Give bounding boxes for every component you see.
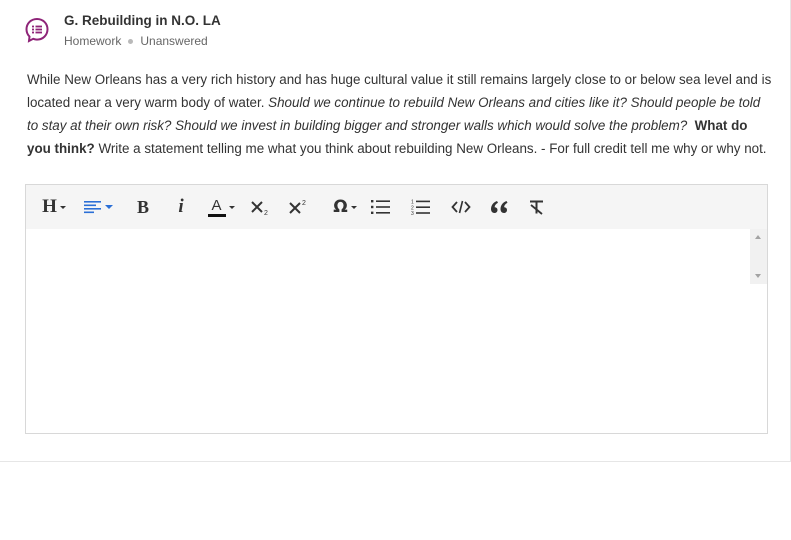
subscript-button[interactable]: 2 (246, 192, 276, 222)
superscript-button[interactable]: 2 (284, 192, 314, 222)
prompt-instructions: Write a statement telling me what you th… (98, 141, 767, 156)
bulleted-list-icon (371, 200, 390, 214)
bulleted-list-button[interactable] (366, 192, 396, 222)
question-list-icon (25, 17, 49, 43)
question-category: Homework (64, 34, 122, 48)
code-button[interactable] (446, 192, 476, 222)
special-characters-button[interactable]: Ω (328, 192, 362, 222)
question-status: Unanswered (140, 34, 208, 48)
italic-button[interactable]: i (166, 192, 196, 222)
question-card: G. Rebuilding in N.O. LA Homework Unansw… (0, 0, 791, 462)
numbered-list-icon: 1 2 3 (411, 199, 430, 216)
special-characters-icon: Ω (333, 197, 348, 217)
bold-icon: B (136, 196, 149, 217)
meta-separator-dot (128, 38, 134, 44)
editor-toolbar: H B i A 2 2 Ω 1 2 3 (26, 185, 767, 229)
align-dropdown-caret (104, 205, 113, 209)
scroll-down-arrow-icon[interactable] (755, 274, 761, 278)
svg-text:2: 2 (302, 200, 306, 207)
question-meta: Homework Unanswered (64, 34, 221, 48)
clear-formatting-icon (530, 200, 543, 215)
font-color-icon: A (207, 196, 226, 217)
special-characters-dropdown-caret (350, 205, 357, 209)
font-color-letter: A (211, 196, 222, 214)
bold-button[interactable]: B (128, 192, 158, 222)
superscript-icon: 2 (289, 200, 306, 214)
numbered-list-button[interactable]: 1 2 3 (406, 192, 436, 222)
blockquote-button[interactable] (484, 192, 514, 222)
svg-text:2: 2 (264, 210, 268, 216)
italic-icon: i (178, 196, 184, 217)
question-title: G. Rebuilding in N.O. LA (64, 13, 221, 28)
font-color-dropdown-caret (228, 205, 235, 209)
answer-text-area[interactable] (26, 229, 767, 433)
font-color-button[interactable]: A (204, 192, 238, 222)
scroll-up-arrow-icon[interactable] (755, 235, 761, 239)
question-prompt: While New Orleans has a very rich histor… (27, 68, 772, 160)
font-color-swatch (207, 213, 226, 217)
heading-dropdown-caret (59, 205, 66, 209)
blockquote-icon (491, 201, 508, 213)
editor-scrollbar[interactable] (750, 229, 767, 284)
question-header: G. Rebuilding in N.O. LA Homework Unansw… (24, 12, 221, 48)
clear-formatting-button[interactable] (522, 192, 552, 222)
question-header-text: G. Rebuilding in N.O. LA Homework Unansw… (64, 12, 221, 48)
rich-text-editor: H B i A 2 2 Ω 1 2 3 (25, 184, 768, 434)
subscript-icon: 2 (251, 201, 268, 216)
svg-text:3: 3 (411, 211, 414, 216)
heading-button[interactable]: H (38, 192, 70, 222)
align-button[interactable] (78, 192, 118, 222)
code-icon (451, 200, 471, 214)
align-icon (83, 201, 101, 214)
heading-icon: H (42, 196, 57, 217)
